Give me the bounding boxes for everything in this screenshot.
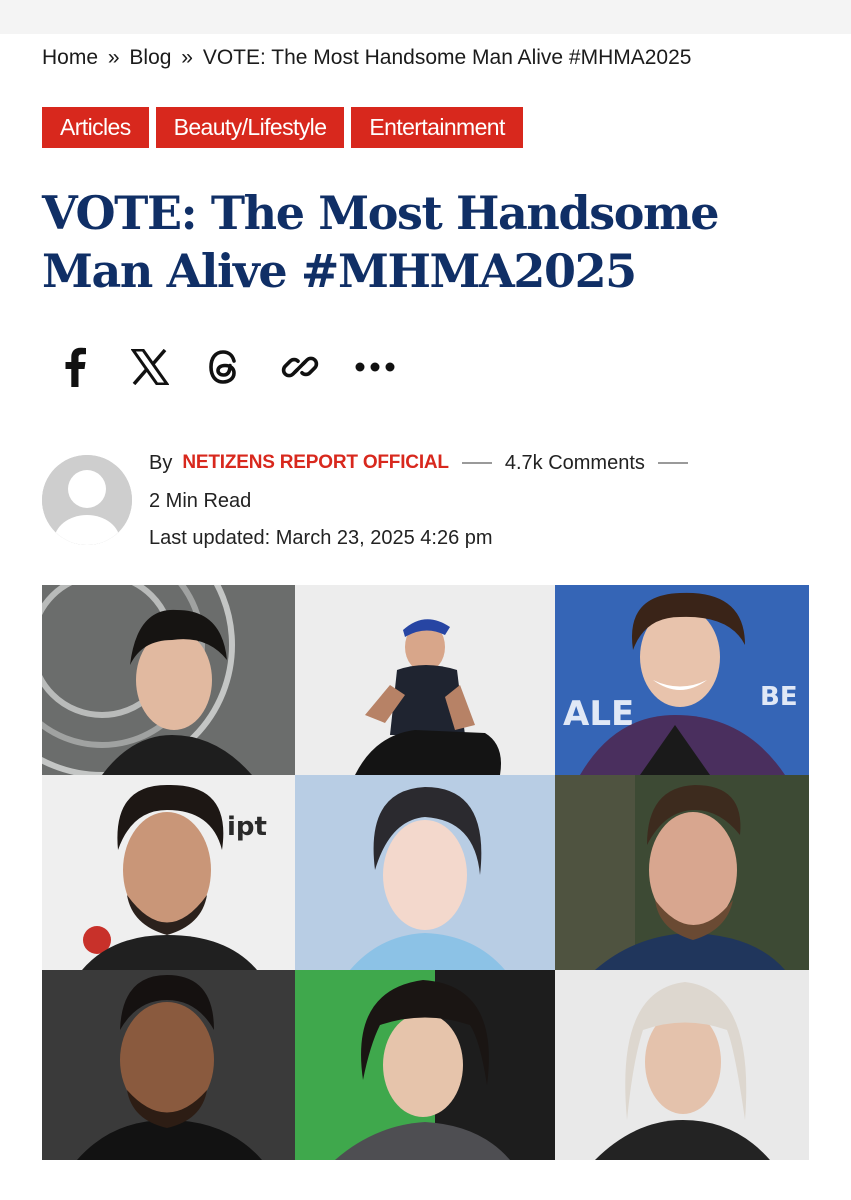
svg-text:ALE: ALE — [563, 694, 634, 734]
breadcrumb-blog-link[interactable]: Blog — [129, 46, 171, 69]
category-entertainment-button[interactable]: Entertainment — [351, 107, 523, 148]
breadcrumb-home-link[interactable]: Home — [42, 46, 98, 69]
collage-photo-2 — [295, 585, 555, 775]
featured-image-collage[interactable]: ALE BE ipt — [42, 585, 809, 1160]
collage-photo-4: ipt — [42, 775, 295, 970]
breadcrumb-separator: » — [181, 46, 193, 69]
collage-photo-5 — [295, 775, 555, 970]
author-block: By NETIZENS REPORT OFFICIAL 4.7k Comment… — [42, 450, 822, 560]
collage-photo-6 — [555, 775, 809, 970]
last-updated: Last updated: March 23, 2025 4:26 pm — [149, 527, 493, 549]
author-name-link[interactable]: NETIZENS REPORT OFFICIAL — [182, 452, 449, 474]
category-articles-button[interactable]: Articles — [42, 107, 149, 148]
collage-photo-9 — [555, 970, 809, 1160]
collage-photo-3: ALE BE — [555, 585, 809, 775]
article-title-line1: VOTE: The Most Handsome — [42, 186, 720, 240]
article-title: VOTE: The Most Handsome Man Alive #MHMA2… — [42, 184, 822, 300]
comments-link[interactable]: 4.7k Comments — [505, 452, 645, 475]
avatar[interactable] — [42, 455, 132, 545]
x-icon[interactable] — [125, 342, 175, 392]
author-meta: By NETIZENS REPORT OFFICIAL 4.7k Comment… — [149, 450, 701, 551]
link-icon[interactable] — [275, 342, 325, 392]
by-label: By — [149, 451, 173, 474]
breadcrumb: Home » Blog » VOTE: The Most Handsome Ma… — [42, 46, 691, 70]
article-title-line2: Man Alive #MHMA2025 — [42, 244, 637, 298]
share-bar — [50, 342, 425, 392]
breadcrumb-current: VOTE: The Most Handsome Man Alive #MHMA2… — [202, 46, 692, 69]
collage-photo-8 — [295, 970, 555, 1160]
read-time: 2 Min Read — [149, 490, 252, 512]
divider — [657, 462, 688, 464]
top-bar — [0, 0, 851, 34]
more-icon[interactable] — [350, 342, 400, 392]
breadcrumb-separator: » — [107, 46, 120, 69]
collage-photo-7 — [42, 970, 295, 1160]
svg-text:BE: BE — [760, 682, 798, 712]
facebook-icon[interactable] — [50, 342, 100, 392]
category-tags: Articles Beauty/Lifestyle Entertainment — [42, 107, 523, 148]
divider — [461, 462, 492, 464]
threads-icon[interactable] — [200, 342, 250, 392]
svg-text:ipt: ipt — [227, 812, 267, 842]
collage-photo-1 — [42, 585, 295, 775]
category-beauty-lifestyle-button[interactable]: Beauty/Lifestyle — [155, 107, 345, 148]
